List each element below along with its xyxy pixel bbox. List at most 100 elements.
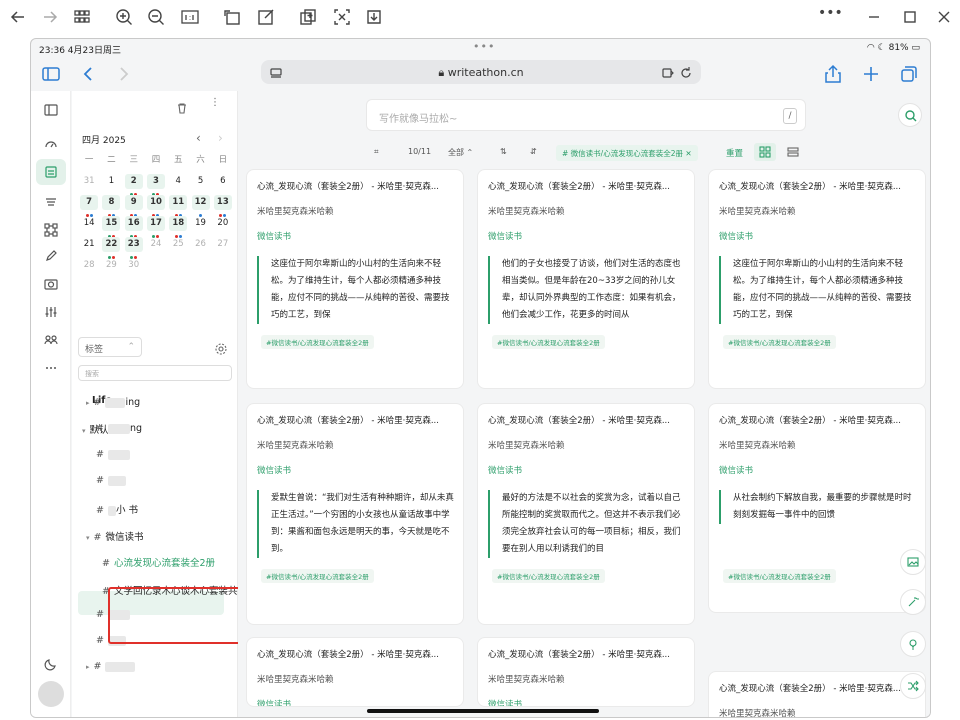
note-card[interactable]: 心流_发现心流（套装全2册） - 米哈里·契克森... 米哈里契克森米哈赖 微信读书… [246,169,464,389]
note-card-source[interactable]: 微信读书 [488,464,522,476]
note-card-source[interactable]: 微信读书 [257,698,291,706]
note-card-tag[interactable]: #微信读书/心流发现心流套装全2册 [261,569,374,583]
calendar-day[interactable]: 26 [189,237,211,258]
lightbulb-icon[interactable] [900,631,926,657]
gear-icon[interactable] [214,341,228,355]
scan-icon[interactable] [332,7,352,27]
filter-all-select[interactable]: 全部 ⌃ [448,147,473,158]
tree-item[interactable]: # [96,475,126,486]
tree-item[interactable]: ▸ # ing [86,397,140,408]
more-icon[interactable]: ••• [818,5,843,25]
tree-item[interactable]: # [96,449,130,460]
rotate-icon[interactable] [222,7,242,27]
calendar-day[interactable]: 21 [78,237,100,258]
calendar-day[interactable]: 14 [78,216,100,237]
dark-mode-icon[interactable] [36,651,66,677]
calendar-day[interactable]: 6 [212,174,234,195]
note-card-source[interactable]: 微信读书 [257,464,291,476]
minimize-icon[interactable] [864,7,884,27]
note-card[interactable]: 心流_发现心流（套装全2册） - 米哈里·契克森... 米哈里契克森米哈赖 微信读书… [477,403,695,625]
calendar-day[interactable]: 12 [189,195,211,217]
close-icon[interactable] [934,7,954,27]
calendar-day[interactable]: 30 [123,258,145,279]
browser-forward-icon[interactable] [113,64,133,84]
list-view-button[interactable] [782,143,804,161]
calendar-day[interactable]: 3 [145,174,167,196]
note-card[interactable]: 心流_发现心流（套装全2册） - 米哈里·契克森... 米哈里契克森米哈赖 微信读书… [246,403,464,625]
calendar-day[interactable]: 17 [145,216,167,238]
note-card-tag[interactable]: #微信读书/心流发现心流套装全2册 [261,335,374,349]
tabs-overview-icon[interactable] [899,64,919,84]
avatar[interactable] [38,681,64,707]
browser-back-icon[interactable] [79,64,99,84]
calendar-day[interactable]: 4 [167,174,189,195]
calendar-day[interactable]: 20 [212,216,234,237]
trash-icon[interactable] [176,99,188,114]
calendar-day[interactable]: 19 [189,216,211,237]
chip-close-icon[interactable]: ✕ [685,149,691,158]
calendar-day[interactable]: 22 [100,237,122,259]
new-tab-icon[interactable] [861,64,881,84]
calendar-day[interactable]: 2 [123,174,145,196]
sidebar-search-input[interactable]: 搜索 [78,365,232,381]
tag-select[interactable]: 标签 ⌃ [78,337,142,357]
order-icon[interactable]: ⇵ [530,147,537,156]
prev-month-icon[interactable]: ‹ [196,131,201,145]
note-card[interactable]: 心流_发现心流（套装全2册） - 米哈里·契克森...米哈里契克森米哈赖微信读书 [708,671,926,717]
more-options-icon[interactable] [36,355,66,381]
calendar-day[interactable]: 5 [189,174,211,195]
back-arrow-icon[interactable] [8,7,28,27]
grid-icon[interactable] [72,7,92,27]
note-card-tag[interactable]: #微信读书/心流发现心流套装全2册 [723,335,836,349]
slash-command-button[interactable]: / [783,108,797,124]
edit-icon[interactable] [256,7,276,27]
calendar-day[interactable]: 24 [145,237,167,258]
address-bar[interactable]: 🔒︎ writeathon.cn [261,60,701,84]
note-card[interactable]: 心流_发现心流（套装全2册） - 米哈里·契克森... 米哈里契克森米哈赖 微信读书… [708,169,926,389]
search-icon[interactable] [898,103,922,127]
calendar-day[interactable]: 1 [100,174,122,195]
share-icon[interactable] [823,64,843,84]
grid-view-button[interactable] [754,143,776,161]
calendar-day[interactable]: 23 [123,237,145,259]
reload-icon[interactable] [679,65,693,79]
note-card-source[interactable]: 微信读书 [257,230,291,242]
focus-icon[interactable]: ⌗ [374,147,379,157]
next-month-icon[interactable]: › [218,131,223,145]
forward-arrow-icon[interactable] [40,7,60,27]
list-icon[interactable] [36,189,66,215]
note-card-source[interactable]: 微信读书 [719,464,753,476]
zoom-out-icon[interactable] [146,7,166,27]
note-card[interactable]: 心流_发现心流（套装全2册） - 米哈里·契克森...米哈里契克森米哈赖微信读书 [246,637,464,707]
shuffle-icon[interactable] [900,673,926,699]
active-tag-chip[interactable]: # 微信读书/心流发现心流套装全2册 ✕ [556,145,698,161]
pencil-icon[interactable] [36,243,66,269]
calendar-day[interactable]: 10 [145,195,167,217]
calendar-day[interactable]: 31 [78,174,100,195]
note-card-source[interactable]: 微信读书 [719,230,753,242]
sidebar-menu-icon[interactable]: ⋮ [210,97,220,108]
tree-item[interactable]: # 心流发现心流套装全2册 [102,555,215,569]
note-card-tag[interactable]: #微信读书/心流发现心流套装全2册 [492,569,605,583]
multitask-dots[interactable]: ••• [473,40,495,53]
magic-wand-icon[interactable] [900,589,926,615]
copy-add-icon[interactable] [298,7,318,27]
calendar-day[interactable]: 11 [167,195,189,217]
note-card[interactable]: 心流_发现心流（套装全2册） - 米哈里·契克森...米哈里契克森米哈赖微信读书 [477,637,695,707]
sort-icon[interactable]: ⇅ [500,147,507,156]
image-icon[interactable] [900,549,926,575]
tree-item[interactable]: # ng [96,423,142,434]
download-icon[interactable] [364,7,384,27]
note-card-source[interactable]: 微信读书 [488,230,522,242]
reset-button[interactable]: 重置 [726,147,743,159]
zoom-in-icon[interactable] [114,7,134,27]
calendar-day[interactable]: 15 [100,216,122,238]
actual-size-icon[interactable] [180,7,200,27]
dashboard-icon[interactable] [36,131,66,157]
calendar-day[interactable]: 28 [78,258,100,279]
note-card-tag[interactable]: #微信读书/心流发现心流套装全2册 [723,569,836,583]
calendar-day[interactable]: 8 [100,195,122,217]
calendar-day[interactable]: 16 [123,216,145,238]
calendar-day[interactable]: 9 [123,195,145,217]
calendar-day[interactable]: 7 [78,195,100,217]
